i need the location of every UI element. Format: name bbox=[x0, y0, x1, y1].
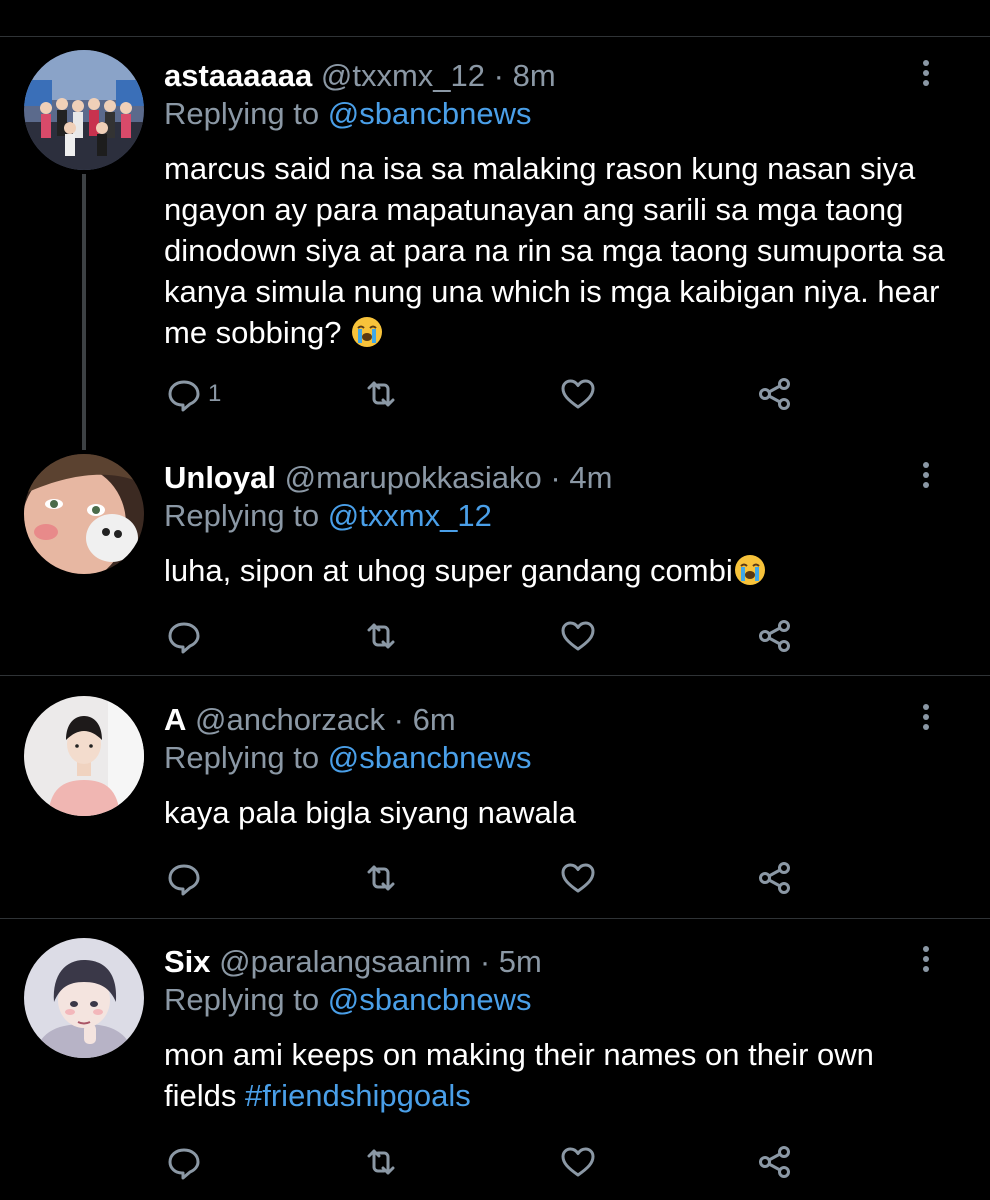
reply-prefix: Replying to bbox=[164, 96, 320, 131]
avatar-image bbox=[24, 938, 144, 1058]
retweet-button[interactable] bbox=[361, 374, 401, 414]
timestamp[interactable]: 5m bbox=[499, 944, 542, 979]
more-options-button[interactable] bbox=[918, 460, 934, 490]
thread-line bbox=[82, 174, 86, 450]
top-divider bbox=[0, 36, 990, 37]
timestamp[interactable]: 4m bbox=[569, 460, 612, 495]
reply-icon bbox=[168, 864, 200, 896]
reply-mention[interactable]: @sbancbnews bbox=[328, 740, 532, 775]
like-icon bbox=[561, 1147, 595, 1177]
loudly-crying-face-icon bbox=[734, 555, 765, 585]
reply-mention[interactable]: @sbancbnews bbox=[328, 982, 532, 1017]
reply-button[interactable] bbox=[164, 1142, 204, 1182]
retweet-icon bbox=[367, 381, 395, 407]
tweet[interactable]: Six @paralangsaanim · 5m Replying to @sb… bbox=[0, 938, 990, 1192]
share-icon bbox=[759, 378, 790, 410]
like-icon bbox=[561, 379, 595, 409]
handle[interactable]: @marupokkasiako bbox=[285, 460, 542, 495]
replying-to: Replying to @sbancbnews bbox=[164, 738, 532, 778]
share-icon bbox=[759, 862, 790, 894]
tweet-divider bbox=[0, 918, 990, 919]
timestamp[interactable]: 6m bbox=[413, 702, 456, 737]
more-options-button[interactable] bbox=[918, 58, 934, 88]
loudly-crying-face-icon bbox=[352, 317, 383, 347]
reply-icon bbox=[168, 1148, 200, 1180]
tweet-actions bbox=[164, 1142, 804, 1182]
tweet-header: Unloyal @marupokkasiako · 4m bbox=[164, 458, 612, 498]
retweet-button[interactable] bbox=[361, 858, 401, 898]
avatar[interactable] bbox=[24, 454, 144, 574]
tweet[interactable]: astaaaaaa @txxmx_12 · 8m Replying to @sb… bbox=[0, 50, 990, 450]
avatar[interactable] bbox=[24, 696, 144, 816]
replying-to: Replying to @txxmx_12 bbox=[164, 496, 492, 536]
reply-button[interactable] bbox=[164, 858, 204, 898]
reply-prefix: Replying to bbox=[164, 498, 320, 533]
tweet-text: marcus said na isa sa malaking rason kun… bbox=[164, 148, 954, 353]
hashtag-link[interactable]: #friendshipgoals bbox=[245, 1078, 471, 1113]
display-name[interactable]: astaaaaaa bbox=[164, 58, 312, 93]
separator: · bbox=[393, 702, 404, 737]
display-name[interactable]: Six bbox=[164, 944, 211, 979]
separator: · bbox=[550, 460, 561, 495]
tweet-text: luha, sipon at uhog super gandang combi bbox=[164, 550, 954, 591]
reply-mention[interactable]: @sbancbnews bbox=[328, 96, 532, 131]
like-icon bbox=[561, 621, 595, 651]
reply-prefix: Replying to bbox=[164, 740, 320, 775]
more-options-button[interactable] bbox=[918, 944, 934, 974]
tweet[interactable]: A @anchorzack · 6m Replying to @sbancbne… bbox=[0, 696, 990, 900]
retweet-button[interactable] bbox=[361, 616, 401, 656]
separator: · bbox=[479, 944, 491, 979]
tweet-text: kaya pala bigla siyang nawala bbox=[164, 792, 954, 833]
reply-mention[interactable]: @txxmx_12 bbox=[328, 498, 492, 533]
replying-to: Replying to @sbancbnews bbox=[164, 980, 532, 1020]
tweet-header: A @anchorzack · 6m bbox=[164, 700, 456, 740]
avatar[interactable] bbox=[24, 50, 144, 170]
share-icon bbox=[759, 1146, 790, 1178]
share-button[interactable] bbox=[755, 374, 795, 414]
tweet[interactable]: Unloyal @marupokkasiako · 4m Replying to… bbox=[0, 454, 990, 658]
share-button[interactable] bbox=[755, 616, 795, 656]
avatar-image bbox=[24, 696, 144, 816]
reply-button[interactable] bbox=[164, 616, 204, 656]
avatar[interactable] bbox=[24, 938, 144, 1058]
tweet-text: mon ami keeps on making their names on t… bbox=[164, 1034, 904, 1116]
like-button[interactable] bbox=[558, 1142, 598, 1182]
retweet-icon bbox=[367, 865, 395, 891]
display-name[interactable]: Unloyal bbox=[164, 460, 276, 495]
share-button[interactable] bbox=[755, 1142, 795, 1182]
handle[interactable]: @txxmx_12 bbox=[321, 58, 485, 93]
retweet-button[interactable] bbox=[361, 1142, 401, 1182]
replying-to: Replying to @sbancbnews bbox=[164, 94, 532, 134]
tweet-header: astaaaaaa @txxmx_12 · 8m bbox=[164, 56, 556, 96]
tweet-text-content: luha, sipon at uhog super gandang combi bbox=[164, 553, 733, 588]
reply-button[interactable]: 1 bbox=[164, 374, 221, 414]
like-button[interactable] bbox=[558, 374, 598, 414]
separator: · bbox=[493, 58, 504, 93]
reply-icon bbox=[168, 622, 200, 654]
share-icon bbox=[759, 620, 790, 652]
tweet-actions: 1 bbox=[164, 374, 804, 414]
like-icon bbox=[561, 863, 595, 893]
retweet-icon bbox=[367, 1149, 395, 1175]
reply-count: 1 bbox=[208, 380, 222, 407]
share-button[interactable] bbox=[755, 858, 795, 898]
tweet-actions bbox=[164, 858, 804, 898]
tweet-text-content: kaya pala bigla siyang nawala bbox=[164, 795, 576, 830]
like-button[interactable] bbox=[558, 858, 598, 898]
display-name[interactable]: A bbox=[164, 702, 186, 737]
tweet-actions bbox=[164, 616, 804, 656]
more-options-button[interactable] bbox=[918, 702, 934, 732]
timestamp[interactable]: 8m bbox=[513, 58, 556, 93]
avatar-image bbox=[24, 50, 144, 170]
like-button[interactable] bbox=[558, 616, 598, 656]
tweet-text-content: marcus said na isa sa malaking rason kun… bbox=[164, 151, 945, 350]
reply-icon bbox=[168, 380, 200, 412]
tweet-header: Six @paralangsaanim · 5m bbox=[164, 942, 542, 982]
retweet-icon bbox=[367, 623, 395, 649]
reply-prefix: Replying to bbox=[164, 982, 320, 1017]
avatar-image bbox=[24, 454, 144, 574]
handle[interactable]: @anchorzack bbox=[195, 702, 385, 737]
tweet-divider bbox=[0, 675, 990, 676]
handle[interactable]: @paralangsaanim bbox=[219, 944, 471, 979]
